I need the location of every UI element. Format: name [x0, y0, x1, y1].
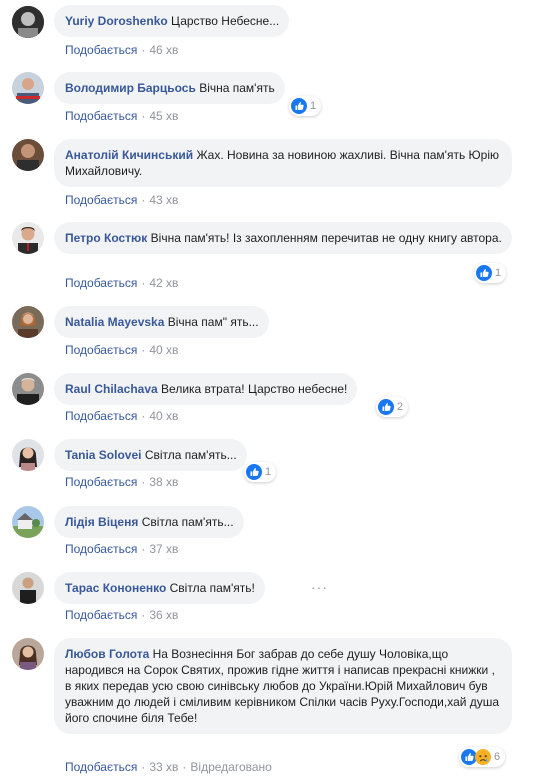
comment-meta: Подобається · 42 хв — [65, 276, 179, 290]
comment-text: Світла пам'ять! — [169, 581, 255, 595]
comment-meta: Подобається · 36 хв — [65, 608, 179, 622]
like-reaction-icon — [291, 98, 307, 114]
avatar[interactable] — [12, 72, 44, 104]
comment-meta: Подобається · 46 хв — [65, 43, 179, 57]
timestamp[interactable]: 36 хв — [149, 608, 178, 622]
avatar[interactable] — [12, 6, 44, 38]
like-link[interactable]: Подобається — [65, 109, 137, 123]
comment-meta: Подобається · 43 хв — [65, 193, 179, 207]
like-reaction-icon — [378, 399, 394, 415]
comment-author[interactable]: Володимир Барцьось — [65, 81, 196, 95]
comment-bubble: Natalia Mayevska Вічна пам" ять... — [54, 306, 269, 338]
comment-bubble: Анатолій Кичинський Жах. Новина за новин… — [54, 139, 512, 187]
comment-author[interactable]: Yuriy Doroshenko — [65, 14, 168, 28]
avatar[interactable] — [12, 306, 44, 338]
reaction-count: 2 — [397, 401, 404, 413]
comment-meta: Подобається · 40 хв — [65, 343, 179, 357]
sad-reaction-icon — [475, 749, 491, 765]
comment-text: Вічна пам'ять! Із захопленням перечитав … — [150, 231, 502, 245]
avatar[interactable] — [12, 222, 44, 254]
timestamp[interactable]: 43 хв — [149, 193, 178, 207]
comment-author[interactable]: Tania Solovei — [65, 448, 141, 462]
comment-text: Велика втрата! Царство небесне! — [161, 382, 348, 396]
reaction-count: 6 — [494, 751, 501, 763]
timestamp[interactable]: 33 хв — [149, 760, 178, 774]
comment-author[interactable]: Raul Chilachava — [65, 382, 158, 396]
like-link[interactable]: Подобається — [65, 608, 137, 622]
comment-author[interactable]: Петро Костюк — [65, 231, 147, 245]
comment-meta: Подобається · 33 хв · Відредаговано — [65, 760, 272, 774]
comment-bubble: Tania Solovei Світла пам'ять... — [54, 439, 247, 471]
comment-author[interactable]: Лідія Віценя — [65, 515, 138, 529]
comment-text: Вічна пам'ять — [199, 81, 275, 95]
avatar[interactable] — [12, 638, 44, 670]
like-link[interactable]: Подобається — [65, 542, 137, 556]
reaction-summary[interactable]: 1 — [474, 263, 507, 283]
like-link[interactable]: Подобається — [65, 276, 137, 290]
like-reaction-icon — [246, 464, 262, 480]
like-link[interactable]: Подобається — [65, 475, 137, 489]
reaction-count: 1 — [310, 100, 317, 112]
comment-text: Вічна пам" ять... — [167, 315, 259, 329]
like-link[interactable]: Подобається — [65, 43, 137, 57]
comment-bubble: Yuriy Doroshenko Царство Небесне... — [54, 5, 290, 37]
reaction-summary[interactable]: 6 — [459, 747, 506, 767]
more-options-icon[interactable]: ··· — [311, 579, 328, 595]
reaction-count: 1 — [265, 466, 272, 478]
timestamp[interactable]: 38 хв — [149, 475, 178, 489]
comment-text: Світла пам'ять... — [141, 515, 234, 529]
like-link[interactable]: Подобається — [65, 409, 137, 423]
avatar[interactable] — [12, 572, 44, 604]
timestamp[interactable]: 46 хв — [149, 43, 178, 57]
comment-meta: Подобається · 38 хв — [65, 475, 179, 489]
comment-author[interactable]: Анатолій Кичинський — [65, 148, 193, 162]
reaction-summary[interactable]: 2 — [376, 397, 409, 417]
timestamp[interactable]: 40 хв — [149, 409, 178, 423]
comment-text: Царство Небесне... — [171, 14, 280, 28]
comment-bubble: Володимир Барцьось Вічна пам'ять — [54, 72, 285, 104]
like-link[interactable]: Подобається — [65, 193, 137, 207]
reaction-count: 1 — [495, 267, 502, 279]
timestamp[interactable]: 42 хв — [149, 276, 178, 290]
comment-meta: Подобається · 37 хв — [65, 542, 179, 556]
edited-label[interactable]: Відредаговано — [190, 760, 271, 774]
comment-text: Світла пам'ять... — [144, 448, 237, 462]
timestamp[interactable]: 37 хв — [149, 542, 178, 556]
comment-meta: Подобається · 40 хв — [65, 409, 179, 423]
reaction-summary[interactable]: 1 — [289, 96, 322, 116]
timestamp[interactable]: 45 хв — [149, 109, 178, 123]
like-link[interactable]: Подобається — [65, 760, 137, 774]
like-reaction-icon — [476, 265, 492, 281]
avatar[interactable] — [12, 139, 44, 171]
avatar[interactable] — [12, 439, 44, 471]
comment-meta: Подобається · 45 хв — [65, 109, 179, 123]
comment-bubble: Лідія Віценя Світла пам'ять... — [54, 506, 244, 538]
comment-author[interactable]: Natalia Mayevska — [65, 315, 164, 329]
comment-bubble: Любов Голота На Вознесіння Бог забрав до… — [54, 638, 512, 734]
reaction-summary[interactable]: 1 — [244, 462, 277, 482]
avatar[interactable] — [12, 506, 44, 538]
comment-bubble: Raul Chilachava Велика втрата! Царство н… — [54, 373, 358, 405]
timestamp[interactable]: 40 хв — [149, 343, 178, 357]
comment-author[interactable]: Любов Голота — [65, 647, 149, 661]
avatar[interactable] — [12, 373, 44, 405]
like-link[interactable]: Подобається — [65, 343, 137, 357]
comment-author[interactable]: Тарас Кононенко — [65, 581, 166, 595]
comment-bubble: Петро Костюк Вічна пам'ять! Із захопленн… — [54, 222, 512, 254]
comment-bubble: Тарас Кононенко Світла пам'ять! — [54, 572, 265, 604]
